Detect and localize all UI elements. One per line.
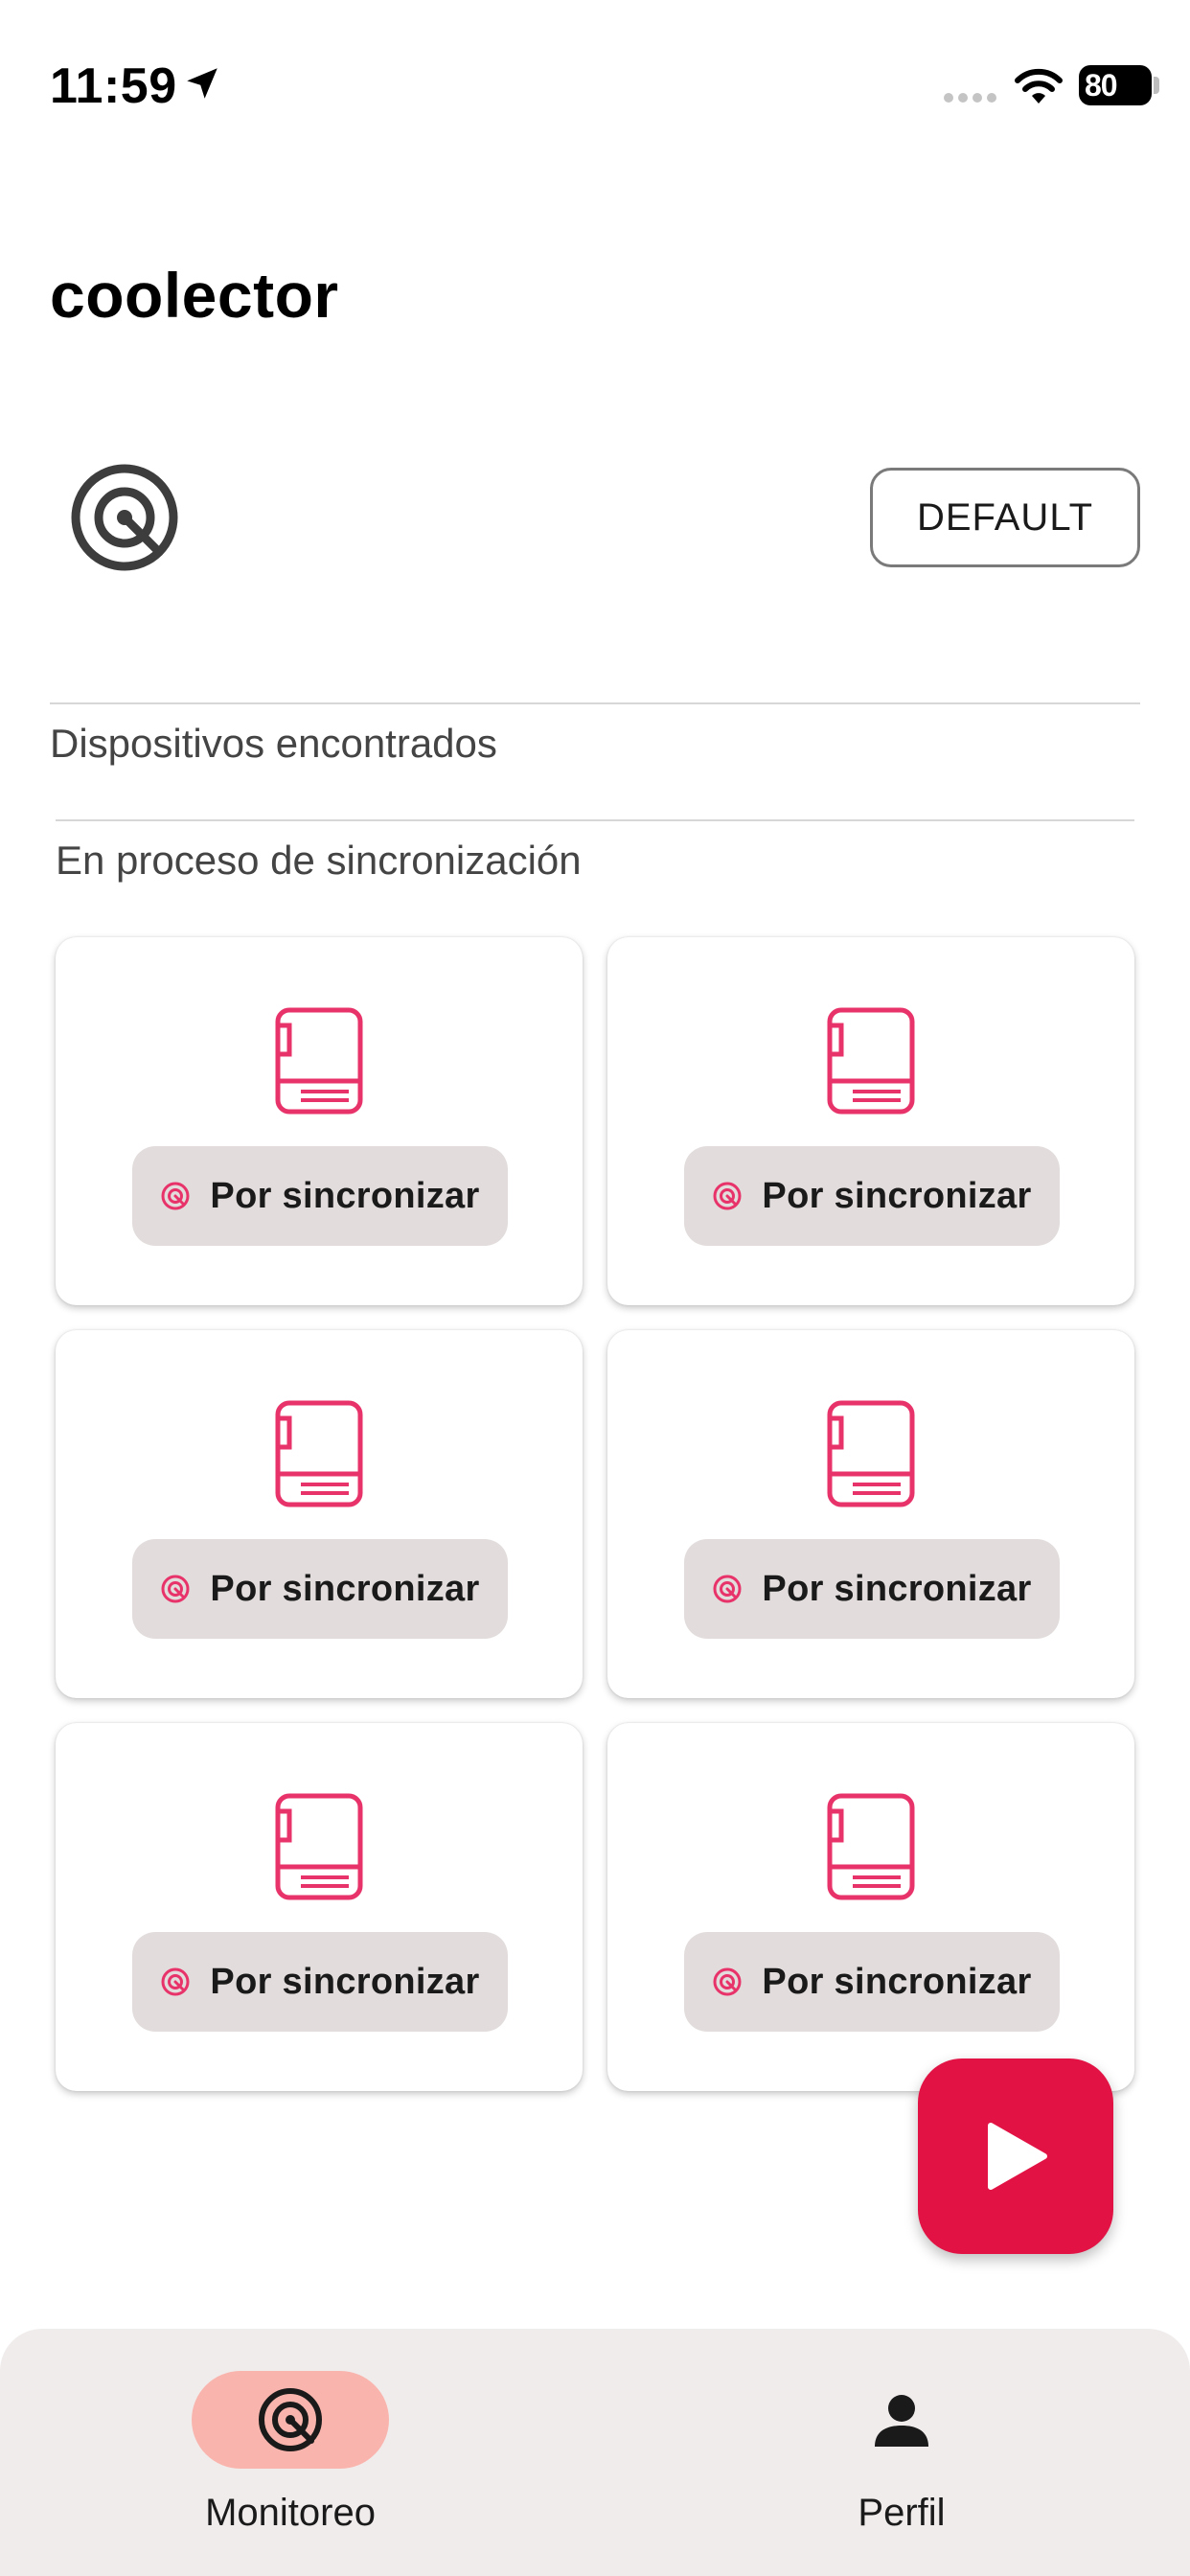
- default-profile-button[interactable]: DEFAULT: [870, 468, 1140, 567]
- battery-tip: [1154, 77, 1159, 94]
- nav-item-monitoreo[interactable]: Monitoreo: [144, 2329, 431, 2576]
- sync-target-icon: [713, 1575, 742, 1603]
- fridge-icon: [275, 1793, 363, 1900]
- bottom-navigation: Monitoreo Perfil: [0, 2329, 1190, 2576]
- target-icon: [259, 2388, 322, 2451]
- divider: [50, 702, 1140, 704]
- sync-status-label: Por sincronizar: [762, 1961, 1032, 2002]
- nav-item-perfil[interactable]: Perfil: [755, 2329, 1042, 2576]
- device-card[interactable]: Por sincronizar: [607, 937, 1134, 1305]
- device-card[interactable]: Por sincronizar: [56, 1330, 583, 1698]
- play-icon: [988, 2123, 1047, 2190]
- sync-status-label: Por sincronizar: [762, 1175, 1032, 1216]
- nav-active-indicator: [192, 2371, 389, 2469]
- battery-level: 80: [1085, 67, 1118, 103]
- fridge-icon: [275, 1400, 363, 1507]
- status-time: 11:59: [50, 58, 177, 114]
- syncing-label: En proceso de sincronización: [56, 838, 582, 883]
- sync-target-icon: [161, 1967, 190, 1996]
- status-bar: 11:59 80: [0, 0, 1190, 172]
- sync-status-chip: Por sincronizar: [132, 1146, 508, 1246]
- sync-status-label: Por sincronizar: [210, 1961, 480, 2002]
- nav-icon-container: [803, 2371, 1000, 2469]
- sync-target-icon: [713, 1967, 742, 1996]
- found-devices-label: Dispositivos encontrados: [50, 721, 497, 766]
- target-icon[interactable]: [69, 462, 180, 573]
- app-screen: 11:59 80 coolector DEFAULT Dispositivos …: [0, 0, 1190, 2576]
- divider: [56, 819, 1134, 821]
- fridge-icon: [827, 1007, 915, 1115]
- device-card[interactable]: Por sincronizar: [607, 1330, 1134, 1698]
- sync-target-icon: [161, 1575, 190, 1603]
- nav-label-perfil: Perfil: [858, 2492, 946, 2534]
- sync-status-label: Por sincronizar: [210, 1175, 480, 1216]
- cellular-signal-icon: [944, 93, 996, 103]
- person-icon: [875, 2395, 928, 2447]
- sync-status-label: Por sincronizar: [762, 1568, 1032, 1609]
- sync-target-icon: [713, 1182, 742, 1210]
- sync-status-chip: Por sincronizar: [684, 1146, 1060, 1246]
- sync-target-icon: [161, 1182, 190, 1210]
- battery-indicator: 80: [1079, 65, 1152, 105]
- sync-status-chip: Por sincronizar: [684, 1932, 1060, 2032]
- nav-label-monitoreo: Monitoreo: [205, 2492, 376, 2534]
- sync-status-chip: Por sincronizar: [132, 1932, 508, 2032]
- device-card[interactable]: Por sincronizar: [56, 1723, 583, 2091]
- fridge-icon: [827, 1793, 915, 1900]
- start-sync-fab[interactable]: [918, 2058, 1113, 2254]
- page-title: coolector: [50, 260, 339, 331]
- sync-status-label: Por sincronizar: [210, 1568, 480, 1609]
- device-card[interactable]: Por sincronizar: [56, 937, 583, 1305]
- wifi-icon: [1015, 68, 1063, 104]
- sync-status-chip: Por sincronizar: [684, 1539, 1060, 1639]
- sync-status-chip: Por sincronizar: [132, 1539, 508, 1639]
- fridge-icon: [827, 1400, 915, 1507]
- location-arrow-icon: [187, 68, 217, 99]
- fridge-icon: [275, 1007, 363, 1115]
- device-card[interactable]: Por sincronizar: [607, 1723, 1134, 2091]
